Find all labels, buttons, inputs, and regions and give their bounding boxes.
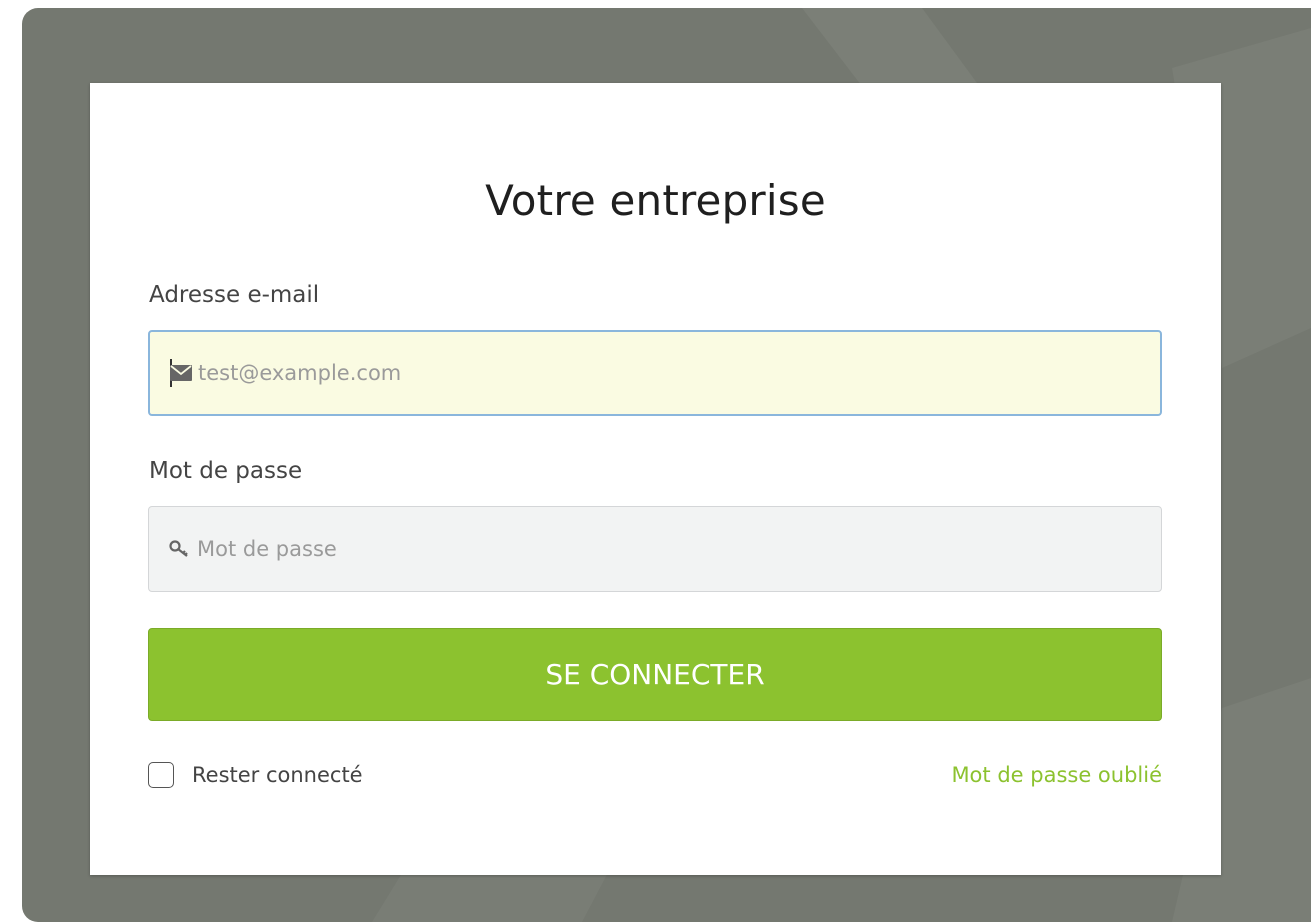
password-field[interactable]: Mot de passe bbox=[148, 506, 1162, 592]
page-title: Votre entreprise bbox=[485, 176, 826, 225]
password-label: Mot de passe bbox=[149, 458, 303, 484]
forgot-password-link[interactable]: Mot de passe oublié bbox=[951, 763, 1162, 787]
envelope-icon bbox=[170, 365, 192, 381]
remember-checkbox[interactable] bbox=[148, 762, 174, 788]
email-field[interactable]: test@example.com bbox=[148, 330, 1162, 416]
password-placeholder: Mot de passe bbox=[197, 537, 337, 561]
key-icon bbox=[169, 539, 191, 559]
email-placeholder: test@example.com bbox=[198, 361, 402, 385]
email-label: Adresse e-mail bbox=[149, 282, 320, 308]
login-button[interactable]: SE CONNECTER bbox=[148, 628, 1162, 721]
remember-label: Rester connecté bbox=[192, 763, 363, 787]
remember-me[interactable]: Rester connecté bbox=[148, 762, 363, 788]
